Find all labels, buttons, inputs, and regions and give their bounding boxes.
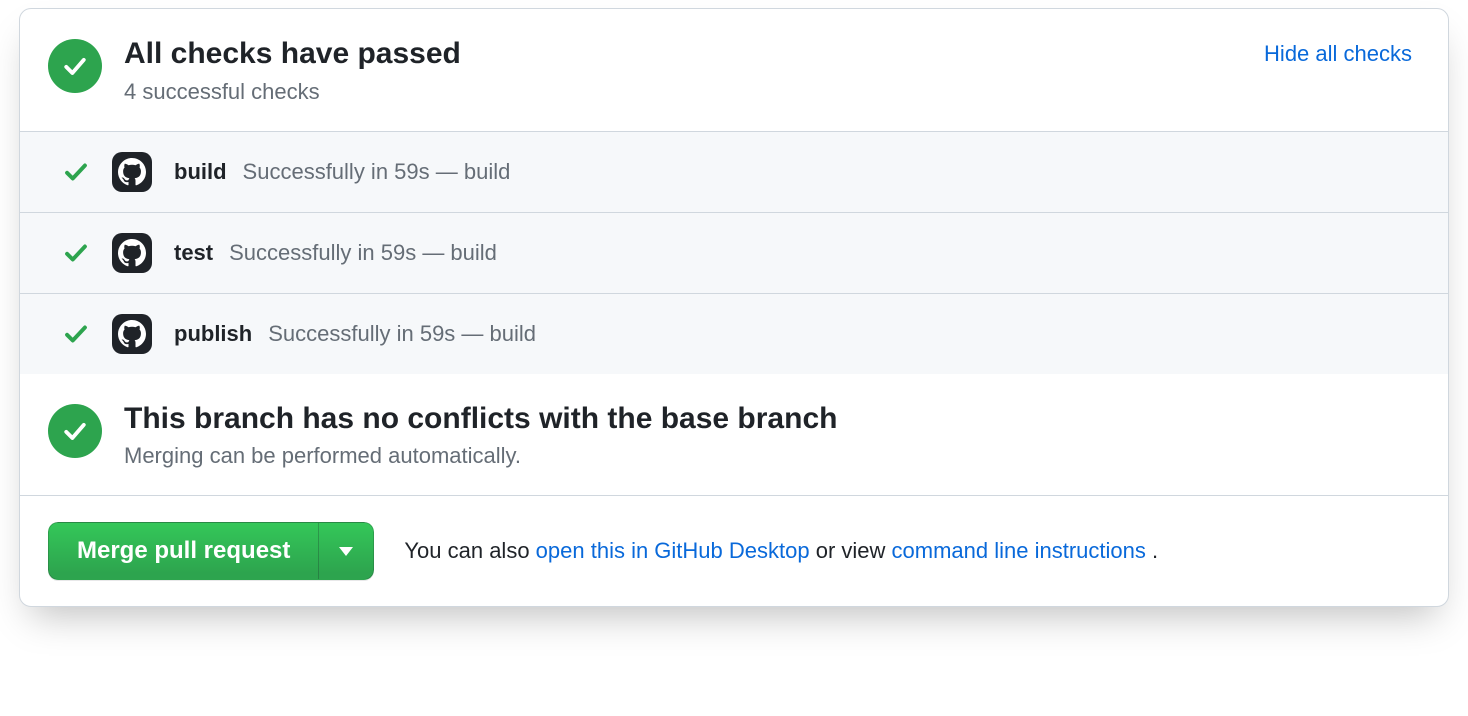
- check-detail: Successfully in 59s — build: [243, 159, 511, 185]
- hide-all-checks-link[interactable]: Hide all checks: [1264, 41, 1412, 67]
- merge-conflict-status: This branch has no conflicts with the ba…: [20, 374, 1448, 496]
- check-text: publish Successfully in 59s — build: [174, 321, 536, 347]
- github-icon: [112, 233, 152, 273]
- checks-header-text: All checks have passed 4 successful chec…: [124, 35, 1242, 105]
- hint-middle: or view: [816, 538, 892, 563]
- check-text: test Successfully in 59s — build: [174, 240, 497, 266]
- check-success-icon: [62, 158, 90, 186]
- merge-options-dropdown-button[interactable]: [318, 522, 374, 580]
- success-status-icon: [48, 404, 102, 458]
- checks-header: All checks have passed 4 successful chec…: [20, 9, 1448, 131]
- merge-status-panel: All checks have passed 4 successful chec…: [19, 8, 1449, 607]
- github-icon: [112, 314, 152, 354]
- check-success-icon: [62, 239, 90, 267]
- conflict-title: This branch has no conflicts with the ba…: [124, 400, 837, 438]
- caret-down-icon: [339, 547, 353, 556]
- check-name: test: [174, 240, 213, 266]
- merge-button-group: Merge pull request: [48, 522, 374, 580]
- conflict-text: This branch has no conflicts with the ba…: [124, 400, 837, 470]
- check-name: build: [174, 159, 227, 185]
- check-success-icon: [62, 320, 90, 348]
- conflict-subtitle: Merging can be performed automatically.: [124, 443, 837, 469]
- check-row: test Successfully in 59s — build: [20, 213, 1448, 294]
- check-detail: Successfully in 59s — build: [229, 240, 497, 266]
- merge-hint-text: You can also open this in GitHub Desktop…: [404, 538, 1158, 564]
- check-name: publish: [174, 321, 252, 347]
- checks-list: build Successfully in 59s — build test S…: [20, 131, 1448, 374]
- open-github-desktop-link[interactable]: open this in GitHub Desktop: [536, 538, 810, 563]
- check-row: publish Successfully in 59s — build: [20, 294, 1448, 374]
- merge-pull-request-button[interactable]: Merge pull request: [48, 522, 318, 580]
- checks-title: All checks have passed: [124, 35, 1242, 73]
- check-row: build Successfully in 59s — build: [20, 132, 1448, 213]
- command-line-instructions-link[interactable]: command line instructions: [892, 538, 1146, 563]
- github-icon: [112, 152, 152, 192]
- checks-subtitle: 4 successful checks: [124, 79, 1242, 105]
- hint-suffix: .: [1152, 538, 1158, 563]
- check-text: build Successfully in 59s — build: [174, 159, 510, 185]
- hint-prefix: You can also: [404, 538, 535, 563]
- check-detail: Successfully in 59s — build: [268, 321, 536, 347]
- success-status-icon: [48, 39, 102, 93]
- merge-bar: Merge pull request You can also open thi…: [20, 495, 1448, 606]
